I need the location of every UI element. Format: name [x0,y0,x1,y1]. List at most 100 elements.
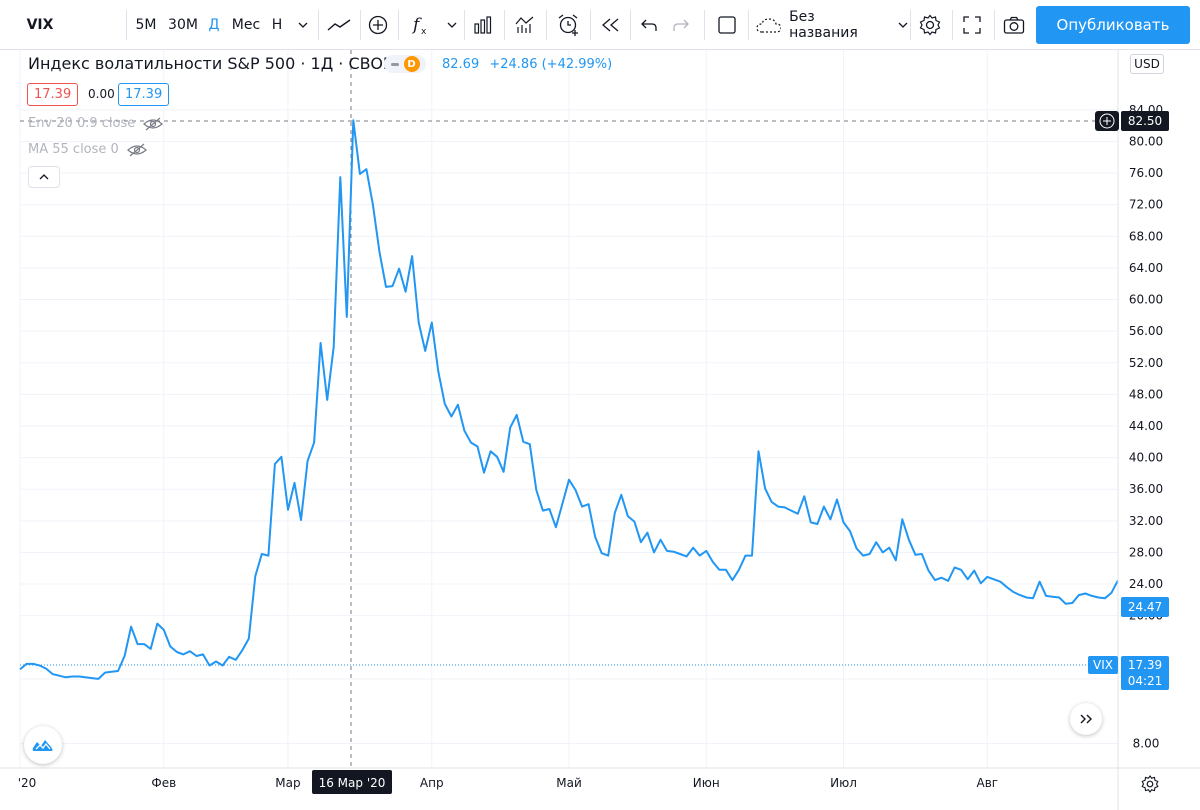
fullscreen-button[interactable] [956,6,988,44]
templates-button[interactable] [510,6,540,44]
compare-button[interactable] [364,6,392,44]
interval-label: Н [271,17,283,33]
interval-week-button[interactable]: Н [266,6,288,44]
toolbar-divider [318,10,319,40]
symbol-title[interactable]: Индекс волатильности S&P 500 · 1Д · CBOE [28,54,393,73]
toolbar-divider [464,10,465,40]
layout-name-button[interactable]: Без названия [752,6,908,44]
indicator-label: MA 55 close 0 [28,142,119,157]
indicator-label: Env 20 0.9 close [28,116,136,131]
undo-button[interactable] [634,6,664,44]
interval-5m-button[interactable]: 5М [132,6,160,44]
eye-hidden-icon[interactable] [143,117,164,131]
eye-hidden-icon[interactable] [126,143,147,157]
price-axis-tick: 36.00 [1129,482,1163,496]
bar-chart-icon [474,16,492,34]
interval-label: 30М [168,17,198,33]
time-axis-tick: Авг [976,776,998,790]
layout-name: Без названия [789,9,858,41]
collapse-legend-button[interactable] [28,166,60,188]
legend-values: 82.69 +24.86 (+42.99%) [442,57,612,72]
chevron-down-icon [298,22,308,28]
publish-label: Опубликовать [1056,16,1170,34]
axis-settings-button[interactable] [1138,772,1162,796]
toolbar-divider [590,10,591,40]
settings-button[interactable] [914,6,946,44]
toolbar-divider [504,10,505,40]
undo-icon [641,19,657,31]
svg-text:x: x [421,27,427,36]
spread-value: 0.00 [88,87,115,101]
price-axis-tick: 64.00 [1129,261,1163,275]
tradingview-logo-button[interactable] [24,726,62,764]
fullscreen-icon [963,16,981,34]
market-status-badge[interactable]: D [384,55,426,73]
price-axis-tick: 72.00 [1129,198,1163,212]
price-axis-tick: 48.00 [1129,387,1163,401]
currency-badge[interactable]: USD [1130,54,1164,74]
status-dash [390,62,399,66]
publish-button[interactable]: Опубликовать [1036,6,1190,44]
price-chart[interactable]: 8.0012.0020.0024.0028.0032.0036.0040.004… [0,0,1200,810]
price-axis-tick: 80.00 [1129,135,1163,149]
delayed-badge: D [403,56,420,72]
chart-type-button[interactable] [322,6,356,44]
replay-button[interactable] [596,6,626,44]
alert-button[interactable] [552,6,586,44]
redo-button[interactable] [666,6,696,44]
indicators-dropdown-button[interactable] [442,6,462,44]
price-axis-tick: 28.00 [1129,545,1163,559]
layout-button[interactable] [710,6,744,44]
price-axis-tick: 68.00 [1129,229,1163,243]
toolbar-divider [126,10,127,40]
price-axis-tick: 40.00 [1129,451,1163,465]
cloud-icon [756,18,782,33]
toolbar-divider [360,10,361,40]
toolbar-divider [952,10,953,40]
toolbar-divider [630,10,631,40]
redo-icon [673,19,689,31]
top-toolbar: VIX 5М 30М Д Мес Н fx Без названия Опубл… [0,0,1200,50]
price-axis[interactable]: 8.0012.0020.0024.0028.0032.0036.0040.004… [1129,103,1163,751]
gear-icon [1141,775,1159,793]
interval-month-button[interactable]: Мес [228,6,264,44]
last-price-text: 24.47 [1128,600,1162,614]
indicators-button[interactable]: fx [404,6,438,44]
crosshair-date-label: 16 Мар '20 [319,776,386,790]
price-axis-tick: 56.00 [1129,324,1163,338]
line-chart-icon [327,19,351,31]
time-axis-tick: Июл [830,776,857,790]
vix-countdown-text: 04:21 [1128,674,1163,688]
buy-price: 17.39 [125,87,163,102]
alarm-clock-icon [558,14,578,36]
interval-label: Мес [231,17,261,33]
cloud-logo-icon [32,740,53,751]
crosshair-price-label: 82.50 [1095,111,1169,131]
gear-icon [919,14,941,36]
interval-label: 5М [135,17,157,33]
interval-day-button[interactable]: Д [204,6,224,44]
price-axis-tick: 44.00 [1129,419,1163,433]
symbol-search-button[interactable]: VIX [18,6,62,44]
interval-dropdown-button[interactable] [292,6,314,44]
scroll-to-realtime-button[interactable] [1070,703,1102,735]
indicator-moving-average[interactable]: MA 55 close 0 [28,142,147,157]
crosshair-price-text: 82.50 [1128,114,1162,128]
toolbar-divider [748,10,749,40]
sell-price-box[interactable]: 17.39 [27,83,79,106]
chevron-down-icon [898,22,908,28]
double-chevron-right-icon [1080,714,1092,724]
snapshot-button[interactable] [998,6,1030,44]
square-icon [718,16,736,34]
chevron-down-icon [447,22,457,28]
toolbar-divider [398,10,399,40]
time-axis-tick: Мар [275,776,300,790]
indicator-envelope[interactable]: Env 20 0.9 close [28,116,164,131]
time-axis[interactable]: '20 Фев Мар 16 Мар '20 Апр Май Июн Июл Авг [18,770,998,794]
financials-button[interactable] [468,6,498,44]
interval-30m-button[interactable]: 30М [166,6,200,44]
buy-price-box[interactable]: 17.39 [118,83,170,106]
rewind-icon [602,18,619,32]
last-value: 82.69 [442,57,480,72]
time-axis-tick: Апр [420,776,444,790]
